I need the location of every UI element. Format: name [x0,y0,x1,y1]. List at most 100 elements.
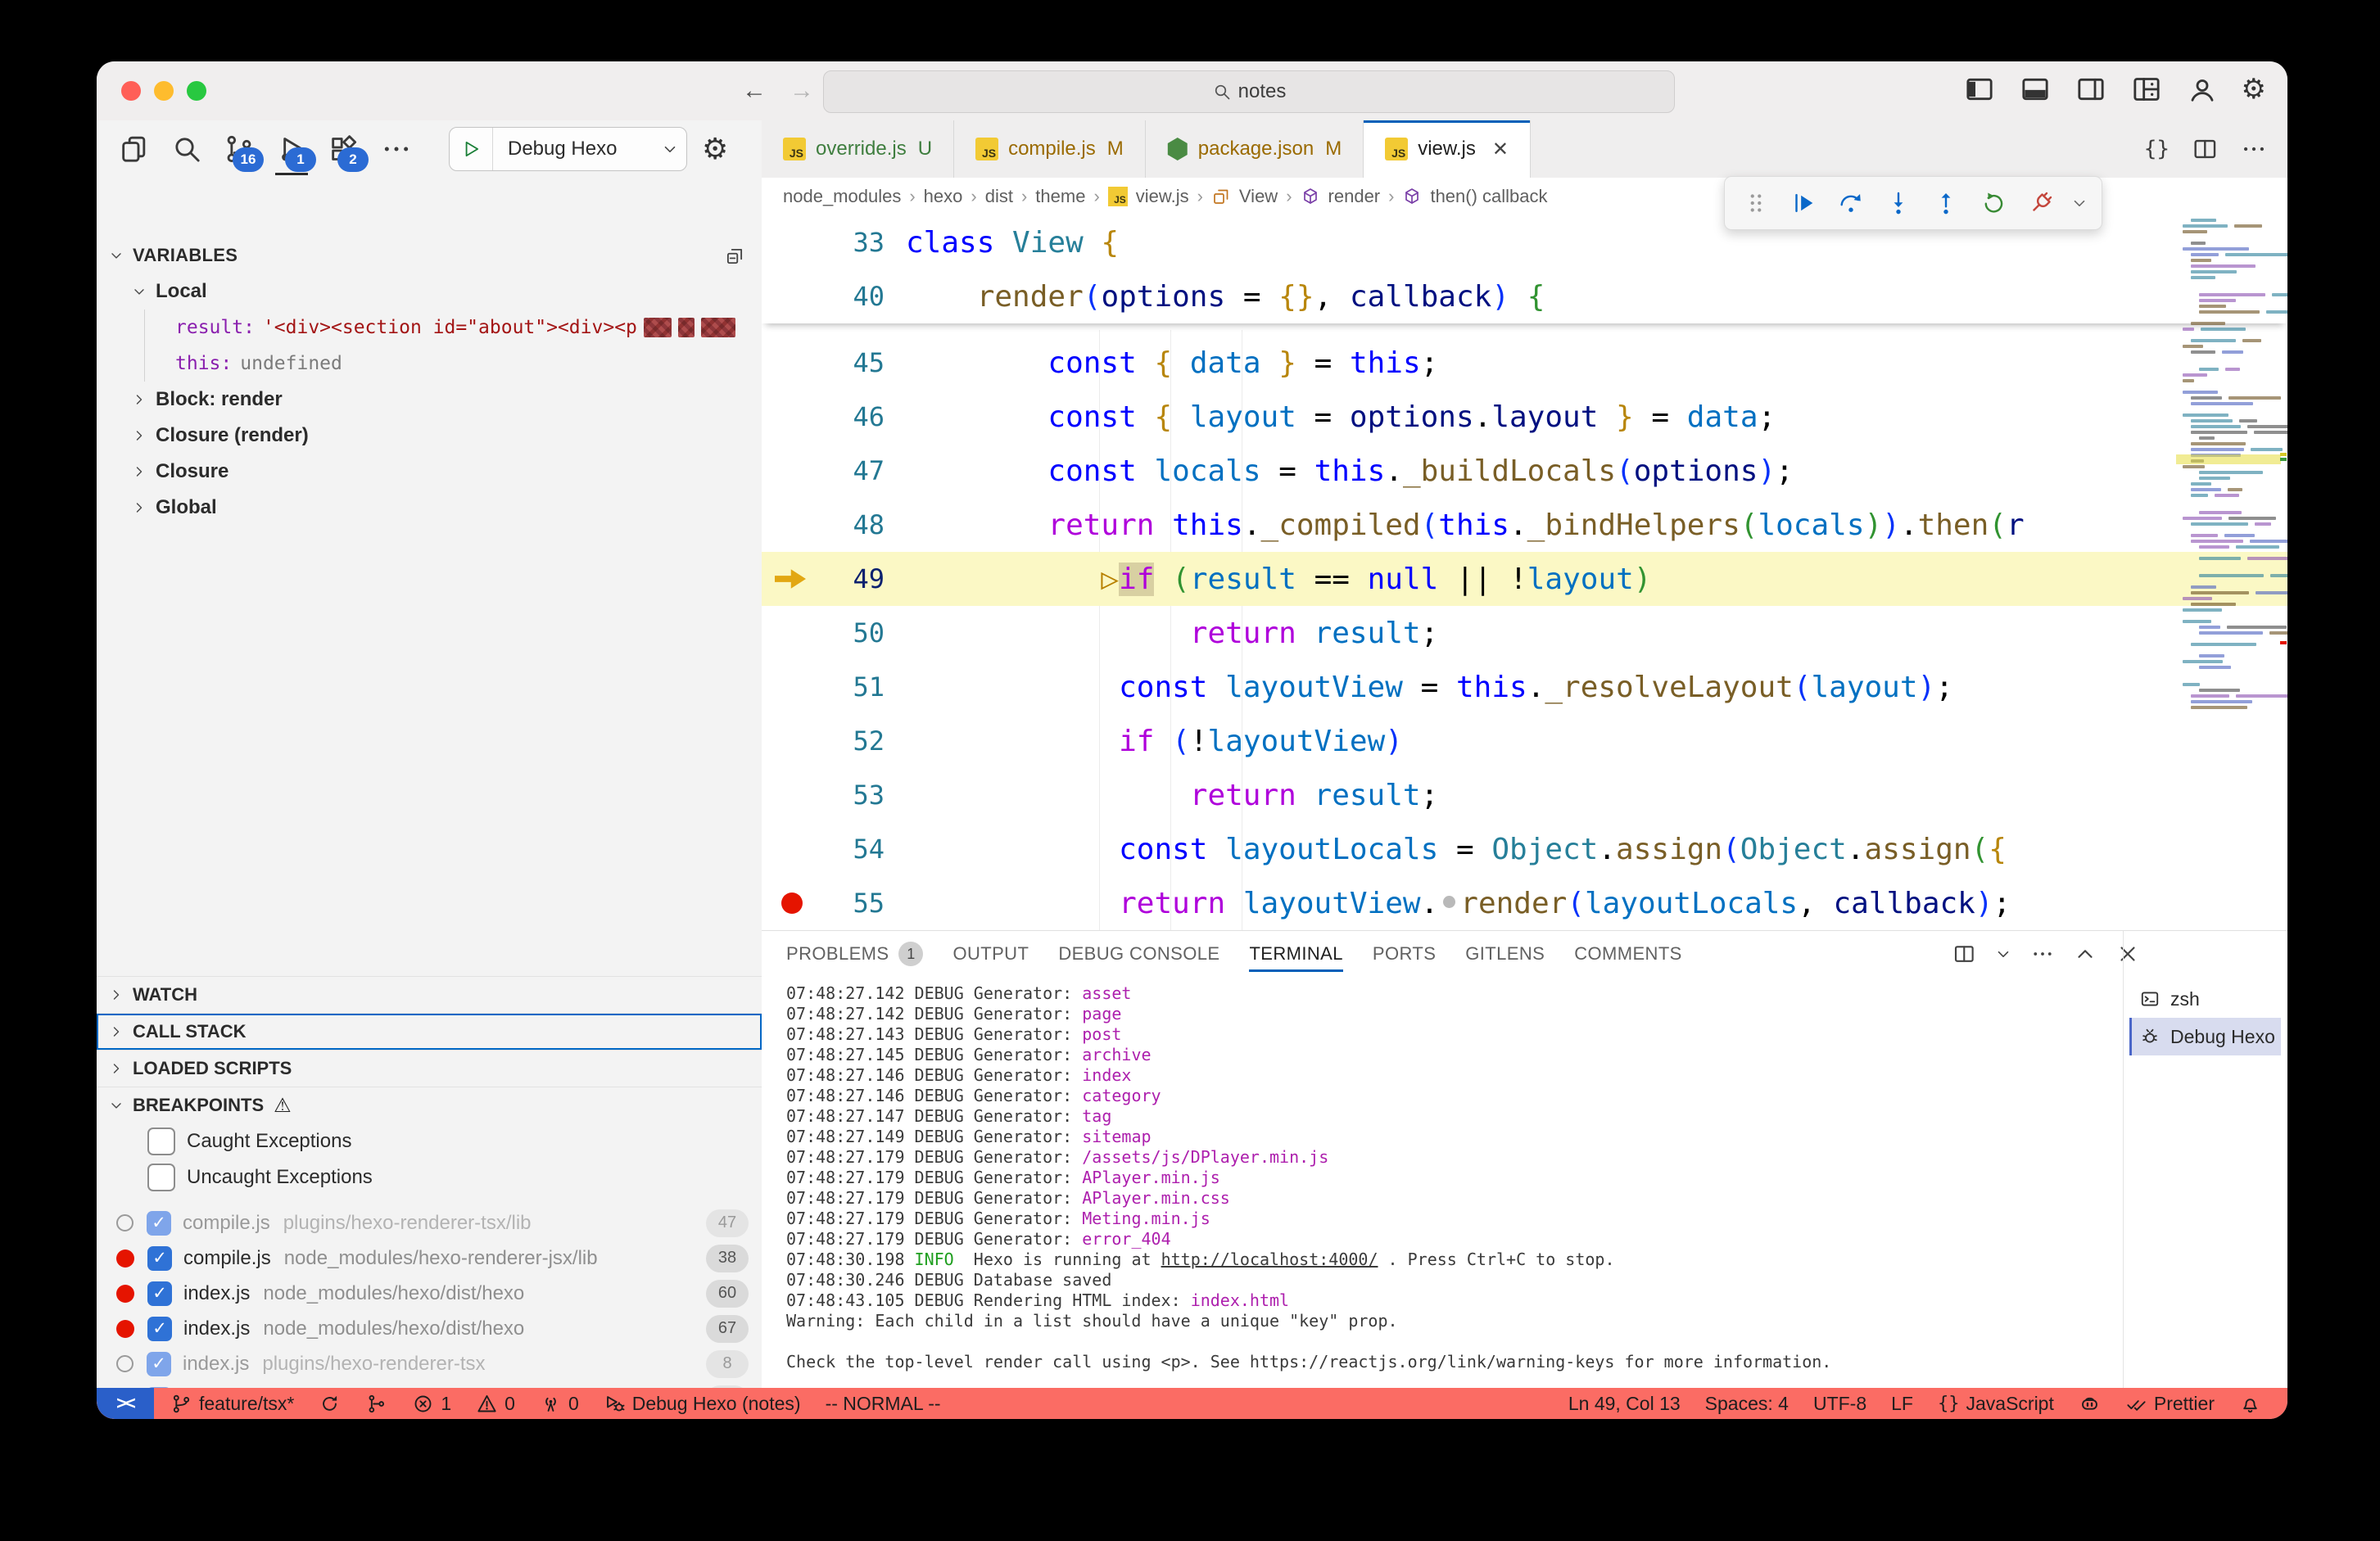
sidebar-section-call-stack[interactable]: CALL STACK [97,1013,762,1050]
variables-header[interactable]: VARIABLES [97,237,762,273]
close-panel-icon[interactable] [2115,942,2140,966]
gutter-glyph[interactable] [762,444,821,498]
ports-status[interactable]: 0 [540,1393,579,1415]
activity-extensions-button[interactable]: 2 [321,126,367,172]
activity-search-button[interactable] [164,126,210,172]
formatter-status[interactable]: Prettier [2125,1393,2215,1415]
braces-icon[interactable]: {} [2144,137,2170,161]
gutter-glyph[interactable] [762,660,821,714]
exception-breakpoint-row[interactable]: Caught Exceptions [97,1123,762,1159]
tab-package-json[interactable]: package.jsonM [1146,120,1364,178]
code-line-40[interactable]: 40 render(options = {}, callback) { [762,269,2287,323]
sidebar-section-watch[interactable]: WATCH [97,976,762,1013]
more-debug-actions[interactable] [2069,183,2090,223]
more-icon[interactable] [2240,135,2268,163]
command-center-search[interactable]: notes [823,70,1675,113]
breadcrumb-item[interactable]: View [1239,186,1278,207]
gutter-glyph[interactable] [762,269,821,323]
code-line-50[interactable]: 50 return result; [762,606,2287,660]
debug-session[interactable]: Debug Hexo (notes) [604,1393,801,1415]
activity-run-debug-button[interactable]: 1 [269,126,314,172]
gutter-glyph[interactable] [762,336,821,390]
sidebar-section-loaded-scripts[interactable]: LOADED SCRIPTS [97,1050,762,1087]
close-window-button[interactable] [121,81,141,101]
restart-button[interactable] [1974,183,2013,223]
configure-gear-icon[interactable]: ⚙ [702,132,728,166]
eol[interactable]: LF [1891,1393,1913,1415]
panel-tab-output[interactable]: OUTPUT [952,931,1029,977]
panel-tab-gitlens[interactable]: GITLENS [1465,931,1545,977]
step-into-button[interactable] [1879,183,1918,223]
warning-count[interactable]: 0 [476,1393,515,1415]
breadcrumb-item[interactable]: then() callback [1430,186,1547,207]
close-icon[interactable]: ✕ [1492,138,1509,161]
code-line-53[interactable]: 53 return result; [762,768,2287,822]
indentation[interactable]: Spaces: 4 [1705,1393,1789,1415]
remote-indicator[interactable]: >< [97,1388,154,1419]
terminal-output[interactable]: 07:48:27.142 DEBUG Generator: asset07:48… [786,983,2042,1382]
tab-compile-js[interactable]: JScompile.jsM [954,120,1146,178]
breakpoint-row[interactable]: ✓index.jsnode_modules/hexo/dist/hexo60 [97,1276,762,1311]
checkbox-checked[interactable]: ✓ [147,1211,171,1236]
layout-icon[interactable] [2130,73,2163,106]
cursor-position[interactable]: Ln 49, Col 13 [1568,1393,1681,1415]
source-control-graph[interactable] [365,1393,387,1415]
scope-local[interactable]: Local [97,273,762,310]
step-out-button[interactable] [1926,183,1966,223]
collapse-all-icon[interactable] [724,246,745,267]
code-line-45[interactable]: 45 const { data } = this; [762,336,2287,390]
gear-icon[interactable]: ⚙ [2242,73,2266,106]
start-debug-icon[interactable] [450,128,493,170]
code-line-49[interactable]: 49 ▷if (result == null || !layout) [762,552,2287,606]
code-line-52[interactable]: 52 if (!layoutView) [762,714,2287,768]
launch-config-dropdown[interactable]: Debug Hexo [449,127,687,171]
gutter-glyph[interactable] [762,768,821,822]
activity-source-control-button[interactable]: 16 [216,126,262,172]
gutter-glyph[interactable] [762,606,821,660]
panel-tab-debug-console[interactable]: DEBUG CONSOLE [1058,931,1219,977]
breadcrumb-item[interactable]: dist [985,186,1013,207]
notifications[interactable] [2239,1393,2261,1415]
breadcrumb-item[interactable]: render [1328,186,1381,207]
language-mode[interactable]: {}JavaScript [1938,1393,2054,1415]
gutter-glyph[interactable] [762,498,821,552]
breakpoint-row[interactable]: ✓compile.jsnode_modules/hexo-renderer-js… [97,1240,762,1276]
error-count[interactable]: 1 [412,1393,451,1415]
terminal-item-debug-hexo[interactable]: Debug Hexo [2129,1018,2281,1055]
scope-block-render[interactable]: Block: render [97,382,762,418]
code-line-48[interactable]: 48 return this._compiled(this._bindHelpe… [762,498,2287,552]
encoding[interactable]: UTF-8 [1813,1393,1866,1415]
variable-row[interactable]: this:undefined [97,346,762,382]
copilot-status[interactable] [2079,1393,2101,1415]
code-line-51[interactable]: 51 const layoutView = this._resolveLayou… [762,660,2287,714]
breakpoint-row[interactable]: ✓index.jsplugins/hexo-renderer-tsx8 [97,1346,762,1381]
scope-closure-render-[interactable]: Closure (render) [97,418,762,454]
gutter-glyph[interactable] [762,822,821,876]
back-button[interactable]: ← [742,76,767,106]
checkbox-checked[interactable]: ✓ [147,1281,172,1306]
activity-more-button[interactable] [373,126,419,172]
breakpoint-row[interactable]: ✓index.jsnode_modules/hexo/dist/hexo67 [97,1311,762,1346]
checkbox-checked[interactable]: ✓ [147,1317,172,1341]
panel-more-actions-icon[interactable] [2030,942,2055,966]
variable-row[interactable]: result:'<div><section id="about"><div><p [97,310,762,346]
panel-tab-terminal[interactable]: TERMINAL [1249,931,1342,977]
code-line-55[interactable]: 55 return layoutView.render(layoutLocals… [762,876,2287,930]
gutter-glyph[interactable] [762,215,821,269]
continue-button[interactable] [1784,183,1823,223]
breakpoint-row[interactable]: ✓compile.jsplugins/hexo-renderer-tsx/lib… [97,1205,762,1240]
checkbox-unchecked[interactable] [147,1128,175,1155]
minimize-window-button[interactable] [154,81,174,101]
tab-override-js[interactable]: JSoverride.jsU [762,120,954,178]
maximize-panel-icon[interactable] [2073,942,2097,966]
tab-view-js[interactable]: JSview.js✕ [1364,120,1531,179]
breadcrumb-item[interactable]: node_modules [783,186,901,207]
branch-status[interactable]: feature/tsx* [170,1393,294,1415]
code-line-47[interactable]: 47 const locals = this._buildLocals(opti… [762,444,2287,498]
breadcrumb-item[interactable]: theme [1035,186,1085,207]
zoom-window-button[interactable] [187,81,206,101]
step-over-button[interactable] [1831,183,1871,223]
code-line-54[interactable]: 54 const layoutLocals = Object.assign(Ob… [762,822,2287,876]
activity-files-button[interactable] [111,126,157,172]
checkbox-unchecked[interactable] [147,1164,175,1191]
